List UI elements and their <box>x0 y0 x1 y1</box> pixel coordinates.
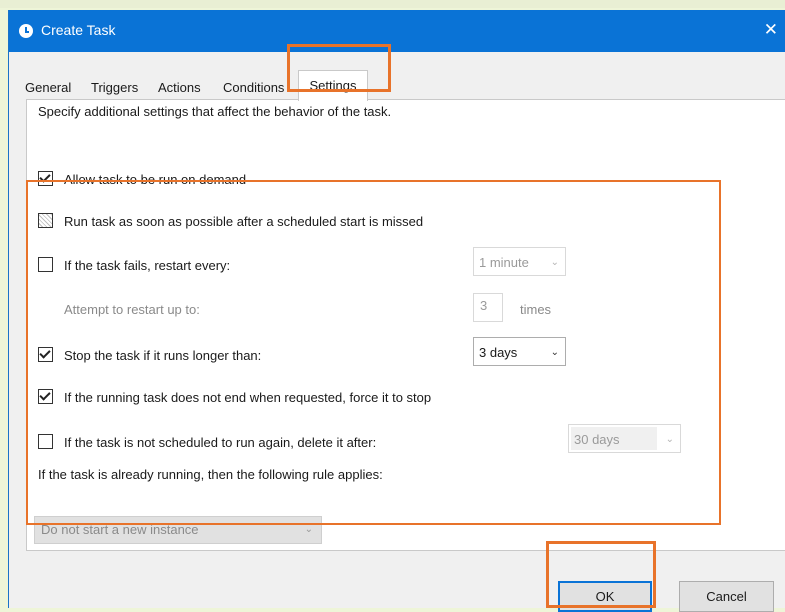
delete-after-label: If the task is not scheduled to run agai… <box>64 435 377 450</box>
stop-if-longer-label: Stop the task if it runs longer than: <box>64 348 262 363</box>
allow-on-demand-label: Allow task to be run on demand <box>64 172 247 187</box>
stop-if-longer-checkbox[interactable] <box>38 347 53 362</box>
run-asap-label: Run task as soon as possible after a sch… <box>64 214 424 229</box>
stop-duration-dropdown[interactable]: 3 days ⌄ <box>473 337 566 366</box>
cancel-button[interactable]: Cancel <box>679 581 774 612</box>
delete-after-checkbox[interactable] <box>38 434 53 449</box>
title-bar: Create Task ✕ <box>9 10 785 52</box>
settings-panel: Specify additional settings that affect … <box>26 99 785 551</box>
tab-general[interactable]: General <box>21 76 75 100</box>
force-stop-label: If the running task does not end when re… <box>64 390 432 405</box>
tab-conditions[interactable]: Conditions <box>219 76 288 100</box>
running-rule-label: If the task is already running, then the… <box>38 467 383 482</box>
restart-on-fail-checkbox[interactable] <box>38 257 53 272</box>
restart-interval-dropdown[interactable]: 1 minute ⌄ <box>473 247 566 276</box>
run-asap-checkbox[interactable] <box>38 213 53 228</box>
force-stop-checkbox[interactable] <box>38 389 53 404</box>
ok-button[interactable]: OK <box>558 581 652 612</box>
running-rule-value: Do not start a new instance <box>41 522 199 537</box>
tab-settings[interactable]: Settings <box>298 70 368 101</box>
restart-interval-value: 1 minute <box>479 255 529 270</box>
background-window-strip <box>0 0 785 8</box>
restart-attempts-input[interactable]: 3 <box>473 293 503 322</box>
running-rule-dropdown[interactable]: Do not start a new instance ⌄ <box>34 516 322 544</box>
chevron-down-icon: ⌄ <box>304 524 313 535</box>
stop-duration-value: 3 days <box>479 345 518 360</box>
restart-attempts-label: Attempt to restart up to: <box>64 302 200 317</box>
delete-after-dropdown[interactable]: 30 days ⌄ <box>568 424 681 453</box>
clock-icon <box>19 24 33 38</box>
restart-attempts-unit: times <box>520 302 552 317</box>
close-icon[interactable]: ✕ <box>764 20 778 40</box>
delete-after-value: 30 days <box>574 432 620 447</box>
tab-triggers[interactable]: Triggers <box>87 76 142 100</box>
window-title: Create Task <box>41 22 116 38</box>
restart-on-fail-label: If the task fails, restart every: <box>64 258 231 273</box>
chevron-down-icon: ⌄ <box>665 434 674 445</box>
chevron-down-icon: ⌄ <box>550 257 559 268</box>
tab-actions[interactable]: Actions <box>154 76 205 100</box>
chevron-down-icon: ⌄ <box>550 347 559 358</box>
create-task-dialog: Create Task ✕ General Triggers Actions C… <box>8 10 785 612</box>
allow-on-demand-checkbox[interactable] <box>38 171 53 186</box>
settings-description: Specify additional settings that affect … <box>38 104 392 119</box>
